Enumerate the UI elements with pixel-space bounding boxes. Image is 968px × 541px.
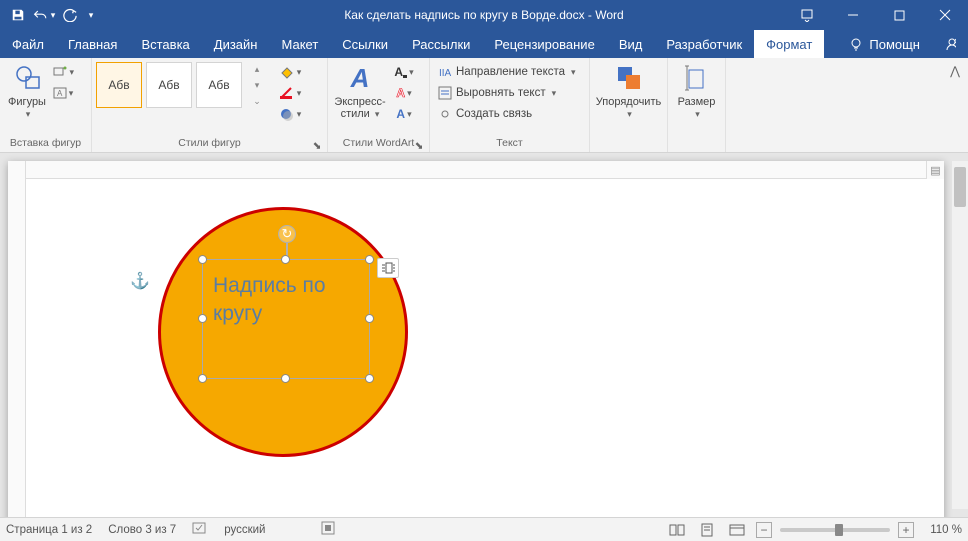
style-gallery-up[interactable]: ▴ xyxy=(246,62,268,77)
vertical-scrollbar[interactable] xyxy=(952,161,968,509)
resize-handle[interactable] xyxy=(198,314,207,323)
text-effects-button[interactable]: A▾ xyxy=(390,104,418,124)
resize-handle[interactable] xyxy=(198,374,207,383)
zoom-out-button[interactable]: − xyxy=(756,522,772,538)
ruler-toggle-icon[interactable]: ▤ xyxy=(926,161,944,179)
tab-view[interactable]: Вид xyxy=(607,30,655,58)
status-words[interactable]: Слово 3 из 7 xyxy=(108,524,176,536)
zoom-in-button[interactable]: + xyxy=(898,522,914,538)
text-direction-icon: IIA xyxy=(438,65,452,79)
group-size xyxy=(672,136,721,152)
tab-file[interactable]: Файл xyxy=(0,30,56,58)
resize-handle[interactable] xyxy=(365,314,374,323)
shape-style-3[interactable]: Абв xyxy=(196,62,242,108)
page[interactable]: ▤ ⚓ Надпись по кругу xyxy=(8,161,944,517)
print-layout-icon[interactable] xyxy=(696,521,718,539)
web-layout-icon[interactable] xyxy=(726,521,748,539)
textbox-selection[interactable]: Надпись по кругу xyxy=(202,259,370,379)
tab-format[interactable]: Формат xyxy=(754,30,824,58)
tab-review[interactable]: Рецензирование xyxy=(482,30,606,58)
close-button[interactable] xyxy=(922,0,968,30)
redo-icon[interactable] xyxy=(58,3,82,27)
align-text-icon xyxy=(438,86,452,100)
zoom-slider-knob[interactable] xyxy=(835,524,843,536)
style-gallery-more[interactable]: ⌄ xyxy=(246,94,268,109)
shape-fill-button[interactable]: ▾ xyxy=(276,62,304,82)
shape-style-2[interactable]: Абв xyxy=(146,62,192,108)
edit-shape-button[interactable]: ▾ xyxy=(52,62,74,82)
svg-text:A: A xyxy=(57,89,63,98)
undo-icon[interactable]: ▾ xyxy=(32,3,56,27)
tab-developer[interactable]: Разработчик xyxy=(654,30,754,58)
text-box-button[interactable]: A▾ xyxy=(52,83,74,103)
shape-effects-button[interactable]: ▾ xyxy=(276,104,304,124)
wordart-quick-styles-button[interactable]: A Экспресс-стили ▾ xyxy=(332,60,388,132)
rotate-handle[interactable] xyxy=(278,225,296,243)
tell-me-label: Помощн xyxy=(869,37,920,52)
layout-options-button[interactable] xyxy=(377,258,399,278)
wordart-icon: A xyxy=(344,62,376,94)
text-outline-button[interactable]: A▾ xyxy=(390,83,418,103)
anchor-icon[interactable]: ⚓ xyxy=(130,271,150,291)
text-direction-button[interactable]: IIAНаправление текста▾ xyxy=(434,62,585,82)
shape-styles-launcher[interactable]: ⬊ xyxy=(311,139,323,151)
maximize-button[interactable] xyxy=(876,0,922,30)
arrange-button[interactable]: Упорядочить▾ xyxy=(590,60,667,132)
group-arrange xyxy=(594,136,663,152)
tab-design[interactable]: Дизайн xyxy=(202,30,270,58)
status-macro-icon[interactable] xyxy=(321,521,335,538)
create-link-button[interactable]: Создать связь xyxy=(434,104,585,124)
shapes-label: Фигуры xyxy=(8,96,46,108)
status-spellcheck-icon[interactable] xyxy=(192,521,208,538)
resize-handle[interactable] xyxy=(365,374,374,383)
shape-outline-icon xyxy=(279,86,295,100)
group-insert-shapes: Вставка фигур xyxy=(4,136,87,152)
align-text-button[interactable]: Выровнять текст▾ xyxy=(434,83,585,103)
resize-handle[interactable] xyxy=(281,255,290,264)
tab-insert[interactable]: Вставка xyxy=(129,30,201,58)
document-area[interactable]: ▤ ⚓ Надпись по кругу xyxy=(0,153,968,517)
group-shape-styles: Стили фигур⬊ xyxy=(96,136,323,152)
wordart-launcher[interactable]: ⬊ xyxy=(413,139,425,151)
size-button[interactable]: Размер▾ xyxy=(672,60,722,132)
collapse-ribbon-icon[interactable]: ⋀ xyxy=(950,64,960,78)
zoom-slider[interactable] xyxy=(780,528,890,532)
shapes-button[interactable]: Фигуры▾ xyxy=(4,60,50,132)
minimize-button[interactable] xyxy=(830,0,876,30)
vertical-ruler[interactable] xyxy=(8,161,26,517)
shape-style-1[interactable]: Абв xyxy=(96,62,142,108)
shape-effects-icon xyxy=(279,107,295,121)
svg-text:IIA: IIA xyxy=(439,68,452,79)
zoom-level[interactable]: 110 % xyxy=(922,524,962,536)
shape-fill-icon xyxy=(279,65,295,79)
lightbulb-icon xyxy=(849,37,863,51)
shape-outline-button[interactable]: ▾ xyxy=(276,83,304,103)
tell-me-button[interactable]: Помощн xyxy=(837,30,932,58)
textbox-content[interactable]: Надпись по кругу xyxy=(203,260,369,341)
scroll-thumb[interactable] xyxy=(954,167,966,207)
shapes-icon xyxy=(11,62,43,94)
ribbon-options-icon[interactable] xyxy=(784,0,830,30)
arrange-icon xyxy=(613,62,645,94)
read-mode-icon[interactable] xyxy=(666,521,688,539)
status-language[interactable]: русский xyxy=(224,524,265,536)
resize-handle[interactable] xyxy=(281,374,290,383)
resize-handle[interactable] xyxy=(198,255,207,264)
tab-mailings[interactable]: Рассылки xyxy=(400,30,482,58)
link-icon xyxy=(438,107,452,121)
group-wordart-styles: Стили WordArt⬊ xyxy=(332,136,425,152)
text-fill-button[interactable]: A▾ xyxy=(390,62,418,82)
style-gallery-down[interactable]: ▾ xyxy=(246,78,268,93)
horizontal-ruler[interactable]: ▤ xyxy=(26,161,944,179)
status-page[interactable]: Страница 1 из 2 xyxy=(6,524,92,536)
tab-layout[interactable]: Макет xyxy=(269,30,330,58)
tab-references[interactable]: Ссылки xyxy=(330,30,400,58)
save-icon[interactable] xyxy=(6,3,30,27)
size-icon xyxy=(681,62,713,94)
group-text: Текст xyxy=(434,136,585,152)
share-button[interactable] xyxy=(932,30,968,58)
tab-home[interactable]: Главная xyxy=(56,30,129,58)
qat-customize-icon[interactable]: ▾ xyxy=(84,3,98,27)
resize-handle[interactable] xyxy=(365,255,374,264)
